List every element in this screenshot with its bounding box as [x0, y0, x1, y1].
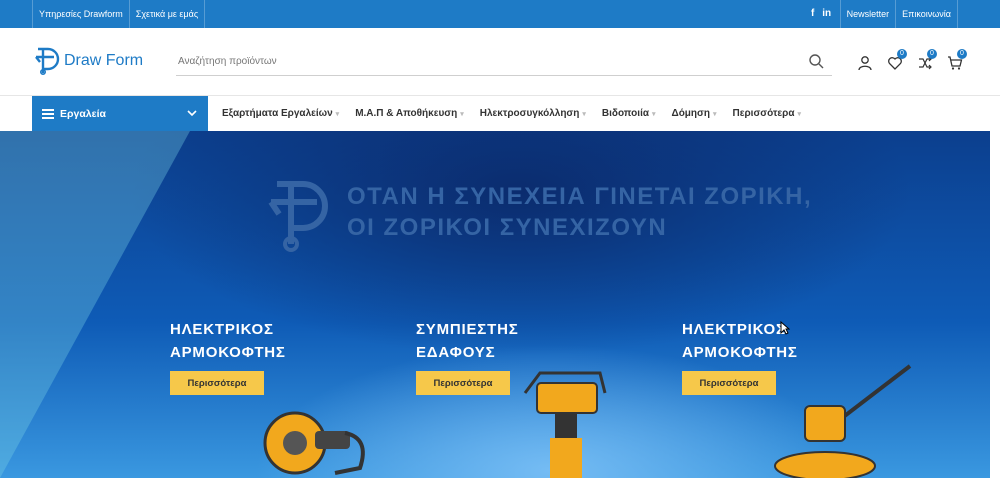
menu-icon: [42, 107, 54, 121]
nav-item-more[interactable]: Περισσότερα ▾: [725, 108, 810, 119]
compare-count-badge: 0: [927, 49, 937, 59]
top-bar: Υπηρεσίες Drawform Σχετικά με εμάς f in …: [0, 0, 1000, 28]
nav-item-ppe-storage[interactable]: Μ.Α.Π & Αποθήκευση ▾: [347, 108, 472, 119]
hero-slogan: ΟΤΑΝ Η ΣΥΝΕΧΕΙΑ ΓΙΝΕΤΑΙ ΖΟΡΙΚΗ, ΟΙ ΖΟΡΙΚ…: [347, 181, 812, 243]
nav-menu: Εξαρτήματα Εργαλείων ▾ Μ.Α.Π & Αποθήκευση…: [214, 96, 809, 131]
slogan-line-2: ΟΙ ΖΟΡΙΚΟΙ ΣΥΝΕΧΙΖΟΥΝ: [347, 214, 668, 241]
drawform-logo-icon: [35, 47, 60, 75]
services-link[interactable]: Υπηρεσίες Drawform: [32, 0, 129, 28]
search-icon[interactable]: [808, 53, 824, 69]
nav-item-construction[interactable]: Δόμηση ▾: [664, 108, 725, 119]
search-input[interactable]: [176, 48, 776, 74]
nav-item-label: Δόμηση: [671, 108, 710, 119]
hero-product-1: ΗΛΕΚΤΡΙΚΟΣ ΑΡΜΟΚΟΦΤΗΣ Περισσότερα: [170, 318, 286, 395]
power-trowel-image: [774, 364, 912, 478]
wishlist-count-badge: 0: [897, 49, 907, 59]
main-navigation: Εργαλεία Εξαρτήματα Εργαλείων ▾ Μ.Α.Π & Α…: [0, 96, 1000, 131]
compare-button[interactable]: 0: [910, 49, 940, 74]
chevron-down-icon: ▾: [582, 110, 586, 118]
nav-item-label: Εξαρτήματα Εργαλείων: [222, 108, 333, 119]
product-title-line-2: ΑΡΜΟΚΟΦΤΗΣ: [170, 344, 286, 361]
chevron-down-icon: ▾: [797, 110, 802, 118]
contact-link[interactable]: Επικοινωνία: [895, 0, 958, 28]
hero-banner: ΟΤΑΝ Η ΣΥΝΕΧΕΙΑ ΓΙΝΕΤΑΙ ΖΟΡΙΚΗ, ΟΙ ΖΟΡΙΚ…: [0, 131, 1000, 478]
nav-item-label: Μ.Α.Π & Αποθήκευση: [355, 108, 458, 119]
logo-text: Draw Form: [64, 52, 144, 69]
scrollbar-gutter: [990, 131, 1000, 478]
top-bar-left-links: Υπηρεσίες Drawform Σχετικά με εμάς: [32, 0, 206, 28]
chevron-down-icon: ▾: [652, 110, 656, 118]
about-link[interactable]: Σχετικά με εμάς: [128, 0, 206, 28]
nav-item-label: Βιδοποιία: [601, 108, 649, 119]
concrete-cutter-image: [263, 411, 365, 475]
search-bar: [176, 48, 832, 76]
rammer-image: [523, 371, 607, 478]
product-title-line-1: ΣΥΜΠΙΕΣΤΗΣ: [416, 321, 519, 338]
more-button[interactable]: Περισσότερα: [682, 371, 776, 395]
categories-label: Εργαλεία: [60, 107, 106, 120]
linkedin-icon[interactable]: in: [820, 0, 834, 28]
chevron-down-icon: ▾: [335, 110, 340, 118]
cart-button[interactable]: 0: [940, 49, 970, 74]
more-button[interactable]: Περισσότερα: [416, 371, 510, 395]
newsletter-link[interactable]: Newsletter: [839, 0, 896, 28]
account-button[interactable]: [850, 52, 880, 74]
header-icons: 0 0 0: [850, 49, 970, 74]
decorative-wedge: [0, 131, 190, 478]
top-bar-right: f in Newsletter Επικοινωνία: [806, 0, 958, 28]
site-header: Draw Form 0 0: [0, 28, 1000, 96]
nav-item-label: Περισσότερα: [732, 108, 795, 119]
more-button[interactable]: Περισσότερα: [170, 371, 264, 395]
chevron-down-icon: ▾: [460, 110, 464, 118]
chevron-down-icon: ▾: [713, 110, 717, 118]
mouse-cursor-icon: [780, 321, 790, 335]
categories-dropdown[interactable]: Εργαλεία: [32, 96, 208, 131]
nav-item-label: Ηλεκτροσυγκόλληση: [479, 108, 580, 119]
social-links: f in: [806, 0, 840, 28]
user-icon: [858, 56, 872, 71]
nav-item-welding[interactable]: Ηλεκτροσυγκόλληση ▾: [472, 108, 594, 119]
cart-count-badge: 0: [957, 49, 967, 59]
nav-item-tool-parts[interactable]: Εξαρτήματα Εργαλείων ▾: [214, 108, 347, 119]
facebook-icon[interactable]: f: [806, 0, 820, 28]
slogan-line-1: ΟΤΑΝ Η ΣΥΝΕΧΕΙΑ ΓΙΝΕΤΑΙ ΖΟΡΙΚΗ,: [347, 183, 813, 210]
product-title-line-2: ΕΔΑΦΟΥΣ: [416, 344, 496, 361]
chevron-down-icon: [187, 110, 197, 117]
hero-product-2: ΣΥΜΠΙΕΣΤΗΣ ΕΔΑΦΟΥΣ Περισσότερα: [416, 318, 519, 395]
site-logo[interactable]: Draw Form: [32, 44, 162, 78]
watermark-logo-icon: [268, 181, 328, 252]
wishlist-button[interactable]: 0: [880, 49, 910, 74]
product-title-line-1: ΗΛΕΚΤΡΙΚΟΣ: [170, 321, 274, 338]
nav-item-fasteners[interactable]: Βιδοποιία ▾: [594, 108, 664, 119]
